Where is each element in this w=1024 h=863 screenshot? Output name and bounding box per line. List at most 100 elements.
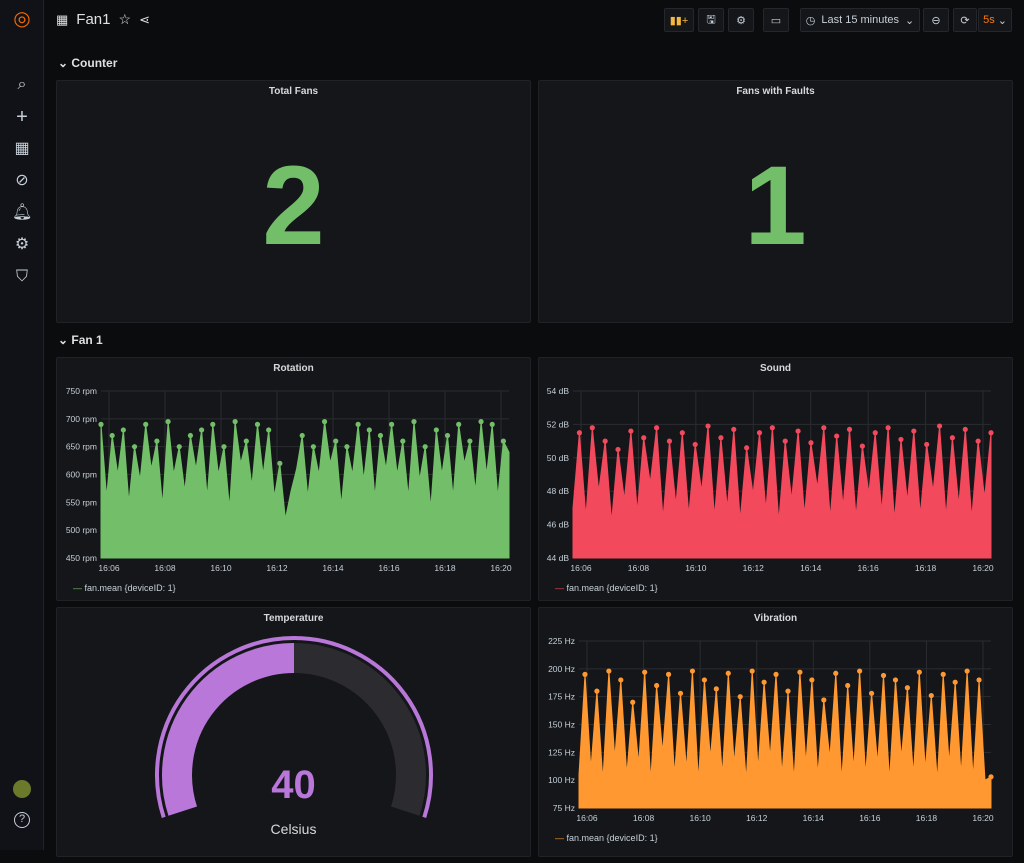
series-area [578, 671, 992, 809]
chevron-down-icon: ⌄ [997, 14, 1007, 27]
panel-title: Rotation [273, 363, 314, 374]
star-icon[interactable]: ☆ [119, 11, 132, 28]
data-point [321, 419, 328, 425]
data-point [589, 425, 595, 431]
dashboards-icon[interactable]: ▦ [12, 139, 32, 159]
data-point [576, 430, 583, 436]
x-tick-label: 16:06 [576, 813, 598, 823]
panel-title: Sound [759, 363, 792, 374]
x-tick-label: 16:18 [434, 563, 456, 573]
y-tick-label: 125 Hz [548, 747, 575, 757]
data-point [433, 427, 439, 433]
data-point [975, 438, 981, 444]
data-point [630, 699, 636, 705]
search-icon[interactable]: ⌕ [12, 75, 32, 95]
data-point [898, 436, 904, 443]
data-point [785, 688, 791, 694]
shield-icon[interactable]: ⛉ [12, 267, 32, 287]
data-point [299, 432, 305, 439]
y-tick-label: 450 rpm [66, 553, 97, 563]
alert-bell-icon[interactable]: 🔔︎ [12, 203, 32, 223]
avatar[interactable] [13, 780, 31, 798]
panel-rotation[interactable]: Rotation 750 rpm 700 rpm 650 rpm 600 rpm 550… [56, 357, 531, 601]
gauge-value: 40 [271, 763, 316, 807]
data-point [773, 671, 779, 677]
data-point [885, 425, 891, 431]
data-point [809, 677, 815, 683]
panel-fans-with-faults[interactable]: Fans with Faults 1 [538, 80, 1013, 323]
panel-vibration[interactable]: Vibration 225 Hz 200 Hz 175 Hz 150 Hz 125 Hz… [538, 607, 1013, 857]
y-tick-label: 550 rpm [66, 497, 97, 507]
data-point [797, 669, 803, 675]
explore-icon[interactable]: ⊘ [12, 171, 32, 191]
sound-chart: 54 dB 52 dB 50 dB 48 dB 46 dB 44 dB16:06 16:08… [547, 386, 994, 573]
data-point [892, 677, 899, 683]
data-point [165, 419, 171, 425]
x-tick-label: 16:08 [628, 563, 650, 573]
data-point [120, 427, 126, 433]
data-point [98, 421, 104, 427]
data-point [642, 669, 648, 675]
panel-temperature[interactable]: Temperature 40 Celsius [56, 607, 531, 857]
data-point [964, 668, 970, 674]
y-tick-label: 48 dB [547, 486, 570, 496]
y-tick-label: 54 dB [547, 386, 570, 396]
refresh-interval-picker[interactable]: 5s ⌄ [978, 8, 1012, 32]
dashboard-name[interactable]: Fan1 [76, 11, 110, 28]
tv-mode-button[interactable]: ▭ [763, 8, 789, 32]
help-icon[interactable]: ? [14, 812, 30, 828]
gear-icon[interactable]: ⚙ [12, 235, 32, 255]
row-counter[interactable]: ⌄ Counter [58, 56, 117, 70]
x-tick-label: 16:08 [633, 813, 655, 823]
data-point [808, 440, 814, 446]
data-point [834, 433, 840, 439]
row-title: Counter [71, 56, 118, 70]
share-icon[interactable]: ⋖ [139, 12, 150, 28]
y-tick-label: 50 dB [547, 453, 570, 463]
legend-item[interactable]: — fan.mean {deviceID: 1} [73, 583, 176, 593]
y-tick-label: 650 rpm [66, 442, 97, 452]
data-point [456, 421, 462, 427]
data-point [749, 668, 755, 674]
x-tick-label: 16:20 [972, 813, 994, 823]
data-point [666, 438, 673, 444]
clock-icon: ◷ [805, 14, 816, 27]
data-point [859, 443, 865, 449]
dashboard-title[interactable]: ▦ Fan1 ☆ ⋖ [56, 11, 150, 28]
legend-item[interactable]: — fan.mean {deviceID: 1} [555, 583, 658, 593]
add-panel-button[interactable]: ▮▮+ [664, 8, 694, 32]
data-point [411, 419, 417, 425]
data-point [725, 670, 731, 676]
data-point [444, 432, 451, 439]
y-tick-label: 150 Hz [548, 720, 575, 730]
y-tick-label: 200 Hz [548, 664, 575, 674]
data-point [143, 421, 149, 427]
y-tick-label: 600 rpm [66, 470, 97, 480]
time-picker[interactable]: ◷ Last 15 minutes ⌄ [800, 8, 920, 32]
x-tick-label: 16:14 [803, 813, 825, 823]
data-point [344, 444, 350, 450]
refresh-button[interactable]: ⟳ [953, 8, 977, 32]
data-point [821, 425, 827, 431]
data-point [692, 441, 698, 448]
plus-icon[interactable]: + [12, 107, 32, 127]
panel-title: Total Fans [268, 86, 319, 97]
data-point [131, 444, 138, 450]
data-point [795, 428, 801, 434]
x-tick-label: 16:18 [915, 563, 937, 573]
data-point [949, 435, 956, 441]
save-button[interactable]: 🖫︎ [698, 8, 724, 32]
zoom-out-button[interactable]: ⊖ [923, 8, 949, 32]
vibration-chart: 225 Hz 200 Hz 175 Hz 150 Hz 125 Hz 100 Hz 75 H… [548, 636, 994, 823]
row-fan1[interactable]: ⌄ Fan 1 [58, 333, 103, 347]
panel-sound[interactable]: Sound 54 dB 52 dB 50 dB 48 dB 46 dB 44 dB 16:0… [538, 357, 1013, 601]
row-title: Fan 1 [71, 333, 103, 347]
dashboards-icon: ▦ [56, 11, 69, 27]
panel-total-fans[interactable]: Total Fans 2 [56, 80, 531, 323]
data-point [761, 679, 767, 685]
legend-item[interactable]: — fan.mean {deviceID: 1} [555, 833, 658, 843]
settings-button[interactable]: ⚙ [728, 8, 754, 32]
data-point [701, 677, 707, 683]
legend-label: fan.mean {deviceID: 1} [566, 833, 658, 843]
grafana-logo[interactable]: ◎ [12, 9, 32, 29]
